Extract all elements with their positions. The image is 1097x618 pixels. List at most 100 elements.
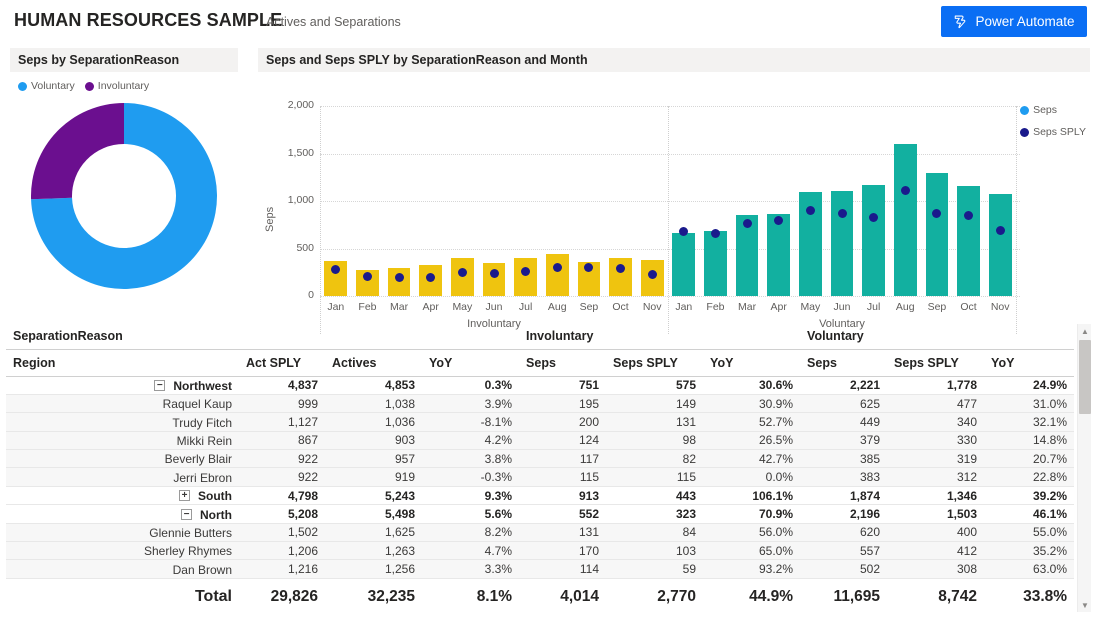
matrix-cell: 4,798 [239, 486, 325, 506]
matrix-cell: 1,502 [239, 523, 325, 543]
matrix-cell: 319 [887, 449, 985, 469]
bar-involuntary-oct[interactable] [609, 257, 632, 296]
matrix-cell: 195 [519, 394, 607, 414]
matrix-cell: 65.0% [703, 541, 801, 561]
x-axis-month-label: Oct [612, 301, 629, 313]
marker-involuntary-jun[interactable] [489, 269, 499, 279]
marker-voluntary-may[interactable] [805, 205, 815, 215]
scrollbar-thumb[interactable] [1079, 340, 1091, 414]
axis-separator [320, 106, 321, 334]
marker-involuntary-mar[interactable] [394, 272, 404, 282]
matrix-group-header-involuntary[interactable]: Involuntary [519, 324, 801, 350]
matrix-cell: 93.2% [703, 559, 801, 579]
matrix-cell: 867 [239, 431, 325, 451]
matrix-row[interactable]: Dan Brown 1,216 1,256 3.3% 114 59 93.2% 502 308 6… [6, 559, 1075, 579]
scroll-up-chevron-icon[interactable]: ▲ [1078, 324, 1092, 338]
legend-item-seps-sply[interactable]: Seps SPLY [1020, 126, 1086, 138]
bar-voluntary-jan[interactable] [672, 233, 696, 296]
legend-dot-involuntary [84, 81, 94, 91]
matrix-row-header-cell[interactable]: Dan Brown [6, 559, 239, 579]
matrix-scrollbar[interactable]: ▲ ▼ [1077, 324, 1091, 612]
legend-item-voluntary[interactable]: Voluntary [18, 80, 75, 92]
matrix-row[interactable]: − North 5,208 5,498 5.6% 552 323 70.9% 2,196 1,50… [6, 504, 1075, 524]
matrix-column-header-1-actives[interactable]: Actives [325, 349, 422, 377]
bar-voluntary-nov[interactable] [988, 193, 1012, 296]
y-axis-tick: 2,000 [287, 99, 314, 111]
marker-involuntary-aug[interactable] [552, 263, 562, 272]
marker-voluntary-jun[interactable] [837, 209, 847, 219]
x-axis-month-label: Aug [895, 301, 915, 313]
matrix-row[interactable]: Sherley Rhymes 1,206 1,263 4.7% 170 103 65.0% 5… [6, 541, 1075, 561]
matrix-row-header-cell[interactable]: Raquel Kaup [6, 394, 239, 414]
matrix-row[interactable]: Jerri Ebron 922 919 -0.3% 115 115 0.0% 383 312 22… [6, 467, 1075, 487]
matrix-row[interactable]: Trudy Fitch 1,127 1,036 -8.1% 200 131 52.7% 449… [6, 412, 1075, 432]
matrix-row[interactable]: Beverly Blair 922 957 3.8% 117 82 42.7% 385 319 2… [6, 449, 1075, 469]
matrix-row[interactable]: − Northwest 4,837 4,853 0.3% 751 575 30.6% 2,221… [6, 376, 1075, 395]
matrix-column-header-4-seps-sply[interactable]: Seps SPLY [606, 349, 704, 377]
bar-voluntary-oct[interactable] [957, 186, 980, 296]
bar-voluntary-apr[interactable] [767, 214, 791, 296]
matrix-row[interactable]: Mikki Rein 867 903 4.2% 124 98 26.5% 379 330 14.8… [6, 431, 1075, 451]
matrix-row-header-cell[interactable]: − Northwest [6, 376, 239, 395]
marker-involuntary-feb[interactable] [362, 272, 372, 282]
scroll-down-chevron-icon[interactable]: ▼ [1078, 598, 1092, 612]
matrix-row-header-cell[interactable]: Glennie Butters [6, 523, 239, 543]
bar-voluntary-feb[interactable] [704, 231, 727, 296]
bar-voluntary-jun[interactable] [830, 191, 854, 296]
marker-voluntary-aug[interactable] [900, 186, 910, 196]
matrix-row-header-cell[interactable]: + South [6, 486, 239, 506]
matrix-row-label: Sherley Rhymes [143, 544, 232, 559]
matrix-cell: 42.7% [703, 449, 801, 469]
collapse-toggle-icon[interactable]: − [154, 380, 166, 392]
marker-voluntary-mar[interactable] [742, 219, 752, 229]
power-automate-button[interactable]: Power Automate [941, 6, 1087, 37]
matrix-cell: 1,038 [325, 394, 422, 414]
matrix-column-header-2-yoy[interactable]: YoY [422, 349, 520, 377]
legend-item-involuntary[interactable]: Involuntary [84, 80, 149, 92]
matrix-row-label: Raquel Kaup [162, 397, 232, 411]
donut-chart[interactable] [10, 98, 238, 294]
matrix-column-header-5-yoy[interactable]: YoY [703, 349, 801, 377]
report-header: HUMAN RESOURCES SAMPLE Actives and Separ… [0, 0, 1097, 44]
matrix-group-header-voluntary[interactable]: Voluntary [800, 324, 1075, 350]
matrix-row-header-cell[interactable]: Beverly Blair [6, 449, 239, 469]
bar-chart-plot[interactable]: Seps Seps Seps SPLY 0 500 1,000 1,500 2,000 J… [258, 72, 1090, 334]
marker-voluntary-feb[interactable] [710, 228, 720, 238]
matrix-row[interactable]: Raquel Kaup 999 1,038 3.9% 195 149 30.9% 625 477… [6, 394, 1075, 414]
matrix-cell: 477 [887, 394, 985, 414]
matrix-column-header-3-seps[interactable]: Seps [519, 349, 607, 377]
x-axis-month-label: Jul [866, 301, 881, 313]
legend-item-seps[interactable]: Seps [1020, 104, 1086, 116]
matrix-row[interactable]: Glennie Butters 1,502 1,625 8.2% 131 84 56.0% 6… [6, 523, 1075, 543]
matrix-cell: 5.6% [422, 504, 520, 524]
matrix-cell: 1,503 [887, 504, 985, 524]
bar-voluntary-aug[interactable] [893, 143, 917, 296]
matrix-column-header-6-seps[interactable]: Seps [800, 349, 888, 377]
marker-voluntary-jul[interactable] [869, 212, 879, 222]
bar-involuntary-aug[interactable] [545, 254, 569, 296]
matrix-column-header-0-act-sply[interactable]: Act SPLY [239, 349, 325, 377]
matrix-cell: 443 [606, 486, 704, 506]
bar-voluntary-sep[interactable] [925, 172, 949, 296]
matrix-row[interactable]: + South 4,798 5,243 9.3% 913 443 106.1% 1,874 1,3… [6, 486, 1075, 506]
matrix-column-header-8-yoy[interactable]: YoY [984, 349, 1075, 377]
bar-involuntary-jul[interactable] [514, 258, 537, 296]
matrix-group-header-blank [239, 324, 520, 350]
marker-involuntary-sep[interactable] [584, 262, 594, 272]
matrix-total-cell: 2,770 [606, 577, 704, 615]
bar-involuntary-jun[interactable] [482, 263, 506, 296]
legend-dot-voluntary [18, 81, 27, 91]
expand-toggle-icon[interactable]: + [179, 490, 190, 502]
matrix-total-label: Total [6, 577, 239, 615]
matrix-row-header-cell[interactable]: Mikki Rein [6, 431, 239, 451]
matrix-row-header-cell[interactable]: Jerri Ebron [6, 467, 239, 487]
matrix-column-header-7-seps-sply[interactable]: Seps SPLY [887, 349, 985, 377]
marker-involuntary-nov[interactable] [647, 269, 657, 279]
collapse-toggle-icon[interactable]: − [181, 508, 192, 520]
donut-slice-involuntary[interactable] [30, 103, 124, 200]
matrix-row-header-cell[interactable]: − North [6, 504, 239, 524]
matrix-row-header-cell[interactable]: Sherley Rhymes [6, 541, 239, 561]
matrix-row-header-cell[interactable]: Trudy Fitch [6, 412, 239, 432]
bar-voluntary-jul[interactable] [862, 185, 885, 296]
matrix-cell: 22.8% [984, 467, 1075, 487]
